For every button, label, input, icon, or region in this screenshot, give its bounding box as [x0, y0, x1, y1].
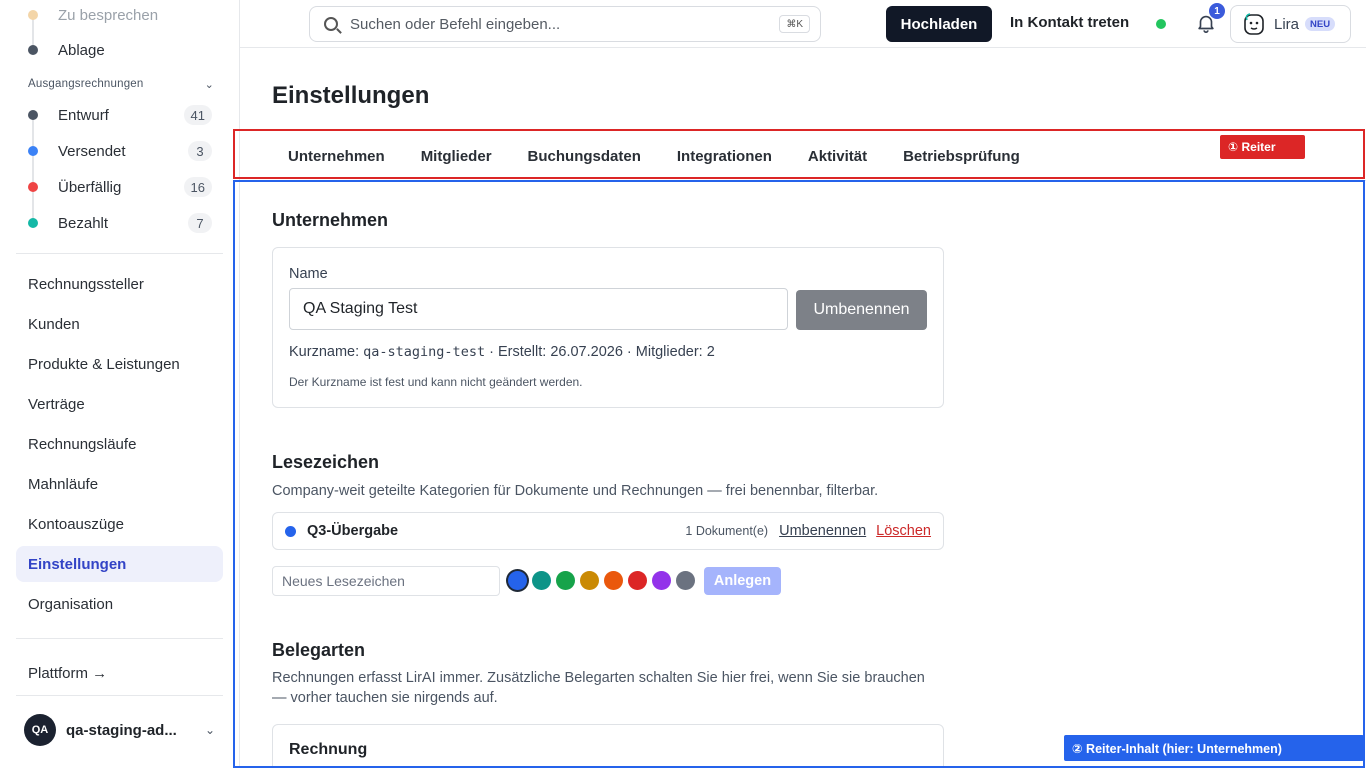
sidebar-item-kunden[interactable]: Kunden: [16, 306, 223, 342]
sidebar-item-organisation[interactable]: Organisation: [16, 586, 223, 622]
shortcut-hint: ⌘K: [779, 15, 810, 33]
annotation-tabs-frame: [233, 129, 1365, 179]
search-placeholder: Suchen oder Befehl eingeben...: [350, 15, 561, 33]
sidebar-item-label: Ablage: [58, 41, 105, 59]
status-dot: [28, 10, 38, 20]
group-header-ausgangsrechnungen[interactable]: Ausgangsrechnungen ⌄: [28, 76, 214, 92]
sidebar-item-ueberfaellig[interactable]: Überfällig 16: [0, 172, 240, 202]
notification-badge: 1: [1209, 3, 1225, 19]
count-badge: 41: [183, 105, 212, 125]
assistant-button[interactable]: Lira NEU: [1230, 5, 1351, 43]
status-dot: [28, 146, 38, 156]
sidebar-item-vertraege[interactable]: Verträge: [16, 386, 223, 422]
new-badge: NEU: [1305, 17, 1336, 31]
count-badge: 3: [188, 141, 212, 161]
status-connector: [32, 115, 34, 223]
sidebar-item-entwurf[interactable]: Entwurf 41: [0, 100, 240, 130]
sidebar-item-kontoauszuege[interactable]: Kontoauszüge: [16, 506, 223, 542]
chevron-down-icon: ⌄: [204, 723, 215, 737]
search-icon: [324, 17, 338, 31]
status-dot: [28, 45, 38, 55]
chevron-down-icon: ⌄: [204, 78, 214, 91]
sidebar-item-label: Versendet: [58, 142, 126, 160]
online-status-dot: [1156, 19, 1166, 29]
sidebar-item-einstellungen[interactable]: Einstellungen: [16, 546, 223, 582]
sidebar-item-produkte[interactable]: Produkte & Leistungen: [16, 346, 223, 382]
sidebar: Zu besprechen Ablage Ausgangsrechnungen …: [0, 0, 240, 768]
contact-button[interactable]: In Kontakt treten: [1010, 14, 1129, 31]
annotation-tabs-label: ① Reiter: [1220, 135, 1305, 159]
annotation-content-frame: [233, 180, 1365, 768]
org-name: qa-staging-ad...: [66, 721, 177, 739]
assistant-name: Lira: [1274, 15, 1300, 33]
sidebar-item-label: Bezahlt: [58, 214, 109, 232]
sidebar-divider: [16, 695, 223, 696]
sidebar-item-rechnungssteller[interactable]: Rechnungssteller: [16, 266, 223, 302]
sidebar-item-rechnungslaeufe[interactable]: Rechnungsläufe: [16, 426, 223, 462]
sidebar-item-zu-besprechen[interactable]: Zu besprechen: [0, 0, 240, 30]
sidebar-item-label: Zu besprechen: [58, 7, 159, 24]
assistant-avatar-icon: [1244, 13, 1264, 35]
status-dot: [28, 218, 38, 228]
sidebar-item-versendet[interactable]: Versendet 3: [0, 136, 240, 166]
platform-link[interactable]: Plattform →: [16, 655, 223, 691]
org-switcher[interactable]: QA qa-staging-ad... ⌄: [16, 710, 223, 750]
sidebar-divider: [16, 638, 223, 639]
group-header-label: Ausgangsrechnungen: [28, 78, 144, 90]
count-badge: 16: [183, 177, 212, 197]
topbar: Suchen oder Befehl eingeben... ⌘K Hochla…: [240, 0, 1366, 48]
avatar: QA: [24, 714, 56, 746]
status-dot: [28, 182, 38, 192]
annotation-content-label: ② Reiter-Inhalt (hier: Unternehmen): [1064, 735, 1364, 761]
sidebar-item-mahnlaeufe[interactable]: Mahnläufe: [16, 466, 223, 502]
sidebar-divider: [16, 253, 223, 254]
upload-button[interactable]: Hochladen: [886, 6, 992, 42]
sidebar-item-bezahlt[interactable]: Bezahlt 7: [0, 208, 240, 238]
search-input[interactable]: Suchen oder Befehl eingeben... ⌘K: [309, 6, 821, 42]
status-dot: [28, 110, 38, 120]
sidebar-item-label: Entwurf: [58, 106, 109, 124]
count-badge: 7: [188, 213, 212, 233]
sidebar-item-label: Überfällig: [58, 178, 122, 196]
sidebar-item-ablage[interactable]: Ablage: [0, 35, 240, 65]
page-title: Einstellungen: [272, 82, 430, 109]
